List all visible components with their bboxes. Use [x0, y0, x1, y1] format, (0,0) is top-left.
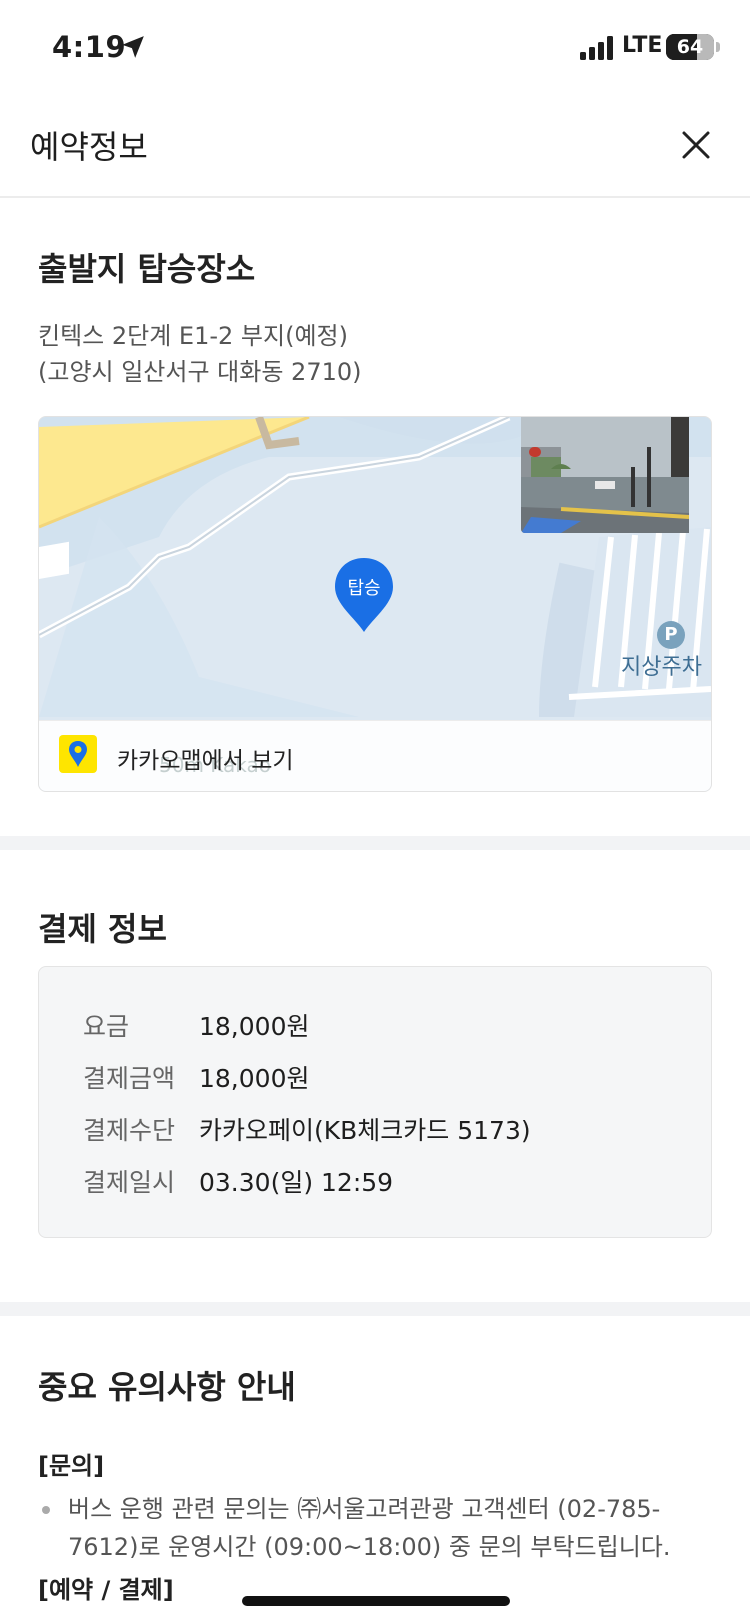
payment-key: 결제수단 [83, 1116, 176, 1145]
map-view[interactable]: P 지상주차 탑승 50m Kakao 카카오맵에서 보기 [38, 416, 712, 792]
payment-value: 카카오페이(KB체크카드 5173) [199, 1116, 531, 1145]
close-icon[interactable] [676, 125, 716, 165]
street-view-image [521, 417, 689, 533]
open-kakaomap-label: 카카오맵에서 보기 [117, 748, 294, 774]
departure-address-line1: 킨텍스 2단계 E1-2 부지(예정) [38, 322, 348, 350]
boarding-pin-label: 탑승 [347, 578, 381, 599]
cellular-signal-icon [580, 36, 613, 60]
parking-icon: P [657, 621, 685, 649]
payment-value: 18,000원 [199, 1064, 310, 1093]
inquiry-heading: [문의] [38, 1452, 105, 1480]
booking-heading: [예약 / 결제] [38, 1576, 174, 1604]
page-title: 예약정보 [30, 128, 148, 166]
network-type: LTE [622, 33, 663, 58]
battery-level: 64 [676, 36, 704, 58]
payment-value: 18,000원 [199, 1012, 310, 1041]
battery-nub [716, 42, 720, 52]
inquiry-text: 버스 운행 관련 문의는 ㈜서울고려관광 고객센터 (02-785-7612)로… [68, 1495, 671, 1561]
status-bar: 4:19 LTE 64 [0, 0, 750, 96]
payment-info-box: 요금 18,000원 결제금액 18,000원 결제수단 카카오페이(KB체크카… [38, 966, 712, 1238]
kakaomap-icon [59, 735, 97, 773]
open-kakaomap-link[interactable]: 50m Kakao 카카오맵에서 보기 [39, 720, 711, 791]
payment-key: 요금 [83, 1012, 130, 1041]
notice-title: 중요 유의사항 안내 [38, 1368, 296, 1406]
payment-value: 03.30(일) 12:59 [199, 1168, 394, 1197]
payment-key: 결제금액 [83, 1064, 176, 1093]
parking-label: 지상주차 [621, 655, 702, 680]
home-indicator[interactable] [242, 1596, 510, 1606]
bullet-dot [42, 1506, 50, 1514]
payment-key: 결제일시 [83, 1168, 176, 1197]
street-view-thumbnail[interactable] [521, 417, 689, 533]
battery-icon: 64 [666, 34, 714, 60]
departure-address-line2: (고양시 일산서구 대화동 2710) [38, 358, 362, 386]
location-arrow-icon [122, 36, 144, 58]
departure-title: 출발지 탑승장소 [38, 250, 256, 288]
section-divider [0, 1302, 750, 1316]
payment-title: 결제 정보 [38, 910, 167, 948]
section-divider [0, 836, 750, 850]
status-time: 4:19 [52, 30, 127, 64]
page-header: 예약정보 [0, 100, 750, 198]
boarding-pin[interactable]: 탑승 [333, 556, 395, 634]
